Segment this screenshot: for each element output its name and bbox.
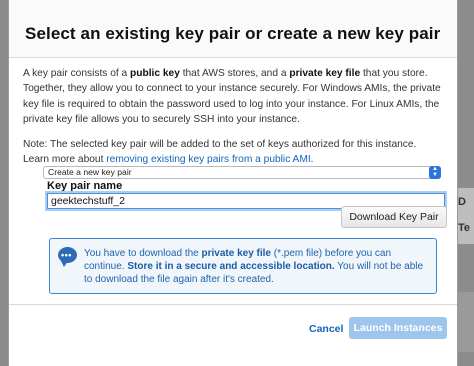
- public-key-term: public key: [130, 68, 180, 79]
- cancel-button[interactable]: Cancel: [309, 323, 343, 335]
- dialog-footer: Cancel Launch Instances: [9, 304, 457, 366]
- download-info-alert: ••• You have to download the private key…: [49, 238, 437, 294]
- note-paragraph: Note: The selected key pair will be adde…: [23, 138, 417, 166]
- launch-instances-button[interactable]: Launch Instances: [349, 317, 447, 339]
- key-pair-dialog: Select an existing key pair or create a …: [8, 0, 458, 366]
- info-text: You have to download the private key fil…: [84, 248, 424, 286]
- speech-bubble-icon: •••: [58, 247, 77, 267]
- background-page-left: [0, 0, 8, 366]
- intro-paragraph: A key pair consists of a public key that…: [23, 68, 441, 126]
- key-pair-name-label: Key pair name: [47, 180, 123, 192]
- key-pair-select[interactable]: Create a new key pair ▲ ▼: [43, 166, 441, 179]
- background-text-1: D: [458, 196, 466, 208]
- download-key-pair-button[interactable]: Download Key Pair: [341, 206, 447, 228]
- private-key-term: private key file: [289, 68, 361, 79]
- dialog-title: Select an existing key pair or create a …: [25, 24, 441, 43]
- dialog-body: A key pair consists of a public key that…: [9, 58, 457, 167]
- background-panel-bottom: [458, 292, 474, 352]
- remove-key-pairs-link[interactable]: removing existing key pairs from a publi…: [106, 154, 310, 165]
- key-pair-select-value: Create a new key pair: [48, 167, 132, 177]
- background-text-2: Te: [458, 222, 471, 234]
- select-arrows-icon: ▲ ▼: [429, 166, 441, 179]
- dialog-header: Select an existing key pair or create a …: [9, 0, 457, 58]
